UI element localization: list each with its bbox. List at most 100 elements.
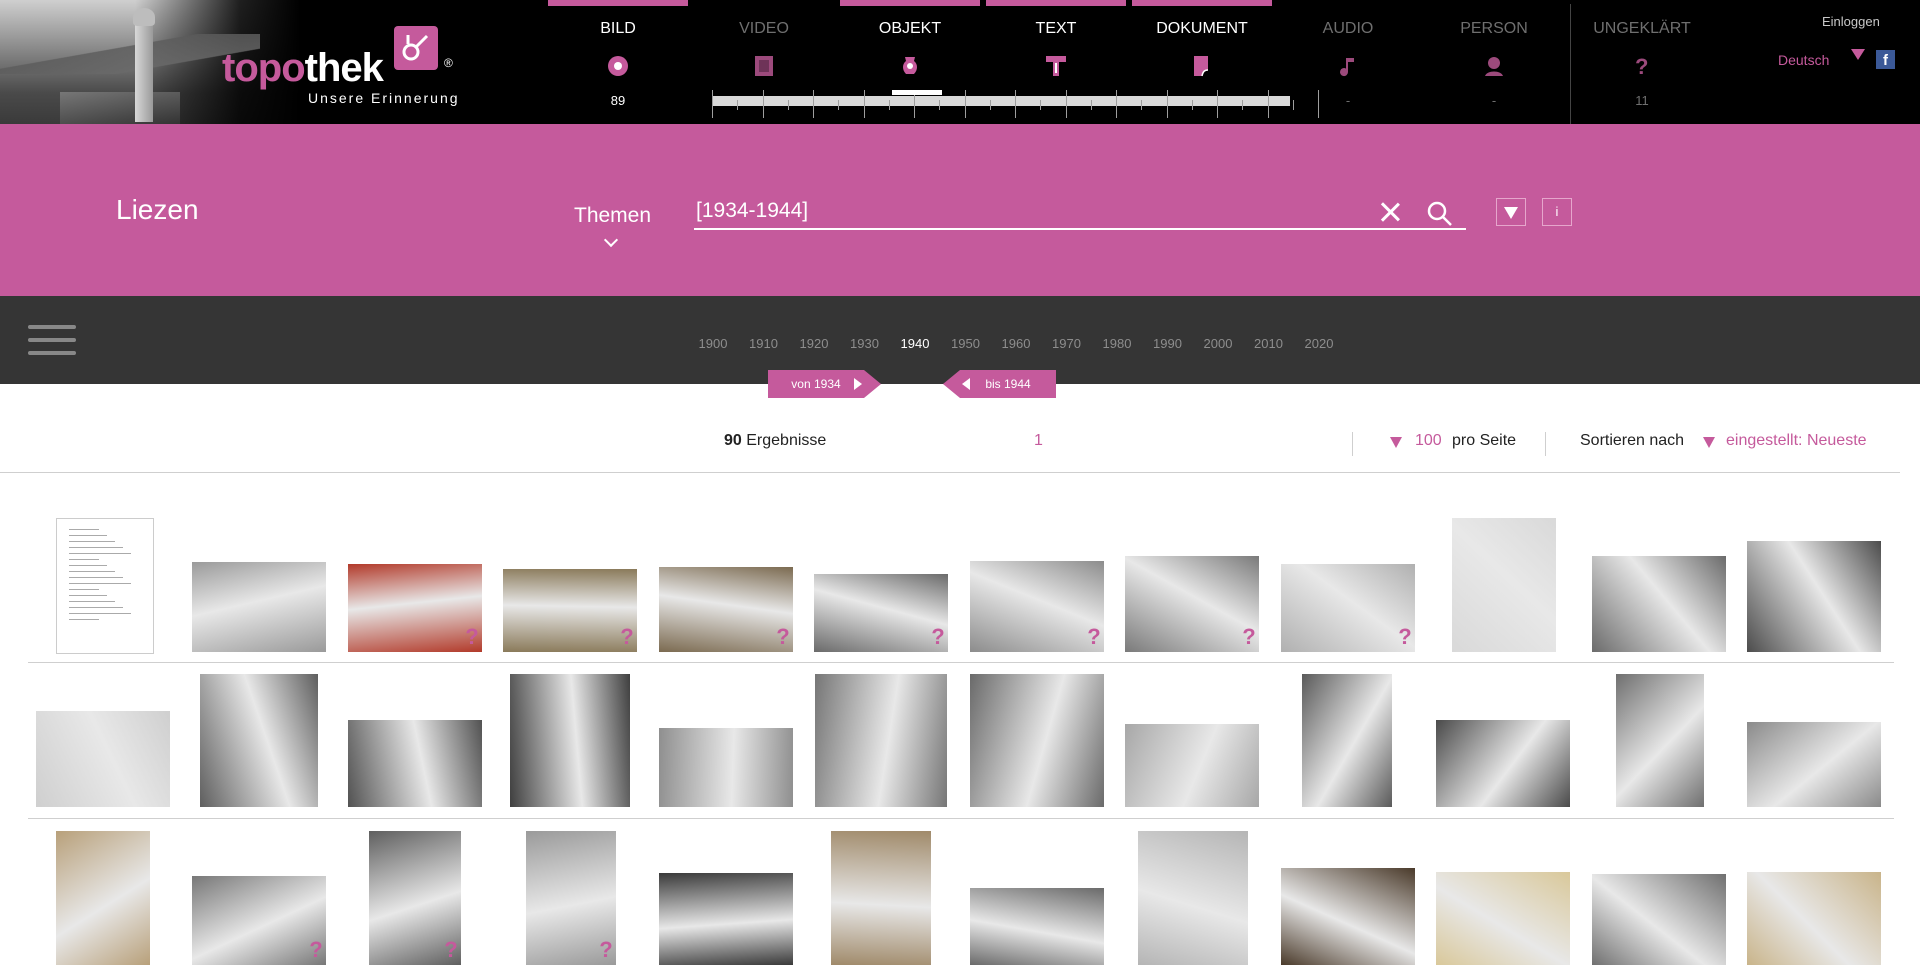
thumb-workshop[interactable] <box>659 873 793 965</box>
registered-mark: ® <box>444 56 453 70</box>
timeline-year-label[interactable]: 1990 <box>1148 336 1188 351</box>
menu-hamburger-icon[interactable] <box>28 325 76 355</box>
timeline-year-label[interactable]: 1970 <box>1047 336 1087 351</box>
category-label: DOKUMENT <box>1156 20 1248 37</box>
clear-search-icon[interactable] <box>1378 200 1402 224</box>
doc-line <box>69 535 107 536</box>
timeline-from-handle[interactable]: von 1934 <box>768 370 881 398</box>
thumb-group-photo[interactable] <box>1281 868 1415 965</box>
info-button[interactable]: i <box>1542 198 1572 226</box>
thumb-village-winter[interactable] <box>1125 724 1259 807</box>
timeline-year-label[interactable]: 2020 <box>1299 336 1339 351</box>
church-tower-shape <box>133 8 155 122</box>
timeline-minor-tick <box>1090 100 1092 110</box>
timeline-minor-tick <box>1141 100 1142 110</box>
thumb-sketch-house[interactable] <box>1747 872 1881 965</box>
search-icon[interactable] <box>1426 200 1454 228</box>
doc-line <box>69 553 131 554</box>
person-icon <box>1482 54 1506 78</box>
category-count: - <box>1491 93 1497 108</box>
timeline-to-handle[interactable]: bis 1944 <box>943 370 1056 398</box>
thumb-farm-house[interactable] <box>970 888 1104 965</box>
timeline-axis[interactable] <box>712 90 1319 118</box>
category-tab-ungeklärt[interactable]: UNGEKLÄRT? 11 <box>1572 0 1712 124</box>
thumb-snowy-lane[interactable] <box>200 674 318 807</box>
thumb-mountain-meadow[interactable] <box>815 674 947 807</box>
thumb-marching-column[interactable] <box>970 561 1104 652</box>
logo-wordmark-part1: topo <box>222 46 306 90</box>
category-label: OBJEKT <box>878 20 942 37</box>
thumb-church-sketch[interactable] <box>1138 831 1248 965</box>
login-link[interactable]: Einloggen <box>1822 14 1880 29</box>
thumb-aerial-valley[interactable] <box>1592 556 1726 652</box>
sort-caret-icon[interactable] <box>1703 437 1715 448</box>
thumb-sepia-parade[interactable] <box>503 569 637 652</box>
filter-toggle-button[interactable] <box>1496 198 1526 226</box>
chevron-down-icon[interactable] <box>603 232 619 248</box>
thumb-marching-group[interactable] <box>1281 564 1415 652</box>
category-tab-audio[interactable]: AUDIO - <box>1278 0 1418 124</box>
doc-line <box>69 607 123 608</box>
logo-wordmark-part2: thek <box>304 46 384 90</box>
thumb-valley-camp[interactable] <box>192 876 326 965</box>
thumb-woman-pigs[interactable] <box>970 674 1104 807</box>
category-label: AUDIO <box>1322 20 1374 37</box>
language-select[interactable]: Deutsch <box>1778 52 1829 68</box>
thumb-street-crowd[interactable] <box>1125 556 1259 652</box>
per-page-select[interactable]: 100 <box>1415 432 1442 450</box>
timeline-year-label[interactable]: 1960 <box>996 336 1036 351</box>
facebook-icon[interactable]: f <box>1876 50 1895 69</box>
thumb-sketch-cottage[interactable] <box>1436 872 1570 965</box>
timeline-year-label[interactable]: 1950 <box>946 336 986 351</box>
language-caret-icon[interactable] <box>1851 49 1865 60</box>
timeline-year-label[interactable]: 1980 <box>1097 336 1137 351</box>
doc-line <box>69 613 131 614</box>
unclear-question-icon: ? <box>465 624 479 649</box>
thumb-altar-group[interactable] <box>510 674 630 807</box>
text-t-icon <box>1044 54 1068 78</box>
thumb-soldiers-street[interactable] <box>659 567 793 652</box>
timeline-year-label[interactable]: 1940 <box>895 336 935 351</box>
category-divider <box>1570 4 1571 124</box>
thumb-wooden-house[interactable] <box>1747 541 1881 652</box>
thumb-group-snow[interactable] <box>814 574 948 652</box>
thumb-courtyard[interactable] <box>1592 874 1726 965</box>
thumb-snowy-lane-sketch[interactable] <box>1452 518 1556 652</box>
thumb-painted-street[interactable] <box>831 831 931 965</box>
timeline-year-label[interactable]: 2010 <box>1249 336 1289 351</box>
timeline-year-label[interactable]: 2000 <box>1198 336 1238 351</box>
mountain-shape <box>0 34 260 74</box>
thumb-farmhouse-sketch[interactable] <box>36 711 170 807</box>
timeline-year-label[interactable]: 1910 <box>744 336 784 351</box>
thumb-lane-sketch[interactable] <box>56 831 150 965</box>
sort-select[interactable]: eingestellt: Neueste <box>1726 432 1867 450</box>
logo-tagline: Unsere Erinnerung <box>308 90 460 106</box>
unclear-question-icon: ? <box>1398 624 1412 649</box>
thumb-barn[interactable] <box>348 720 482 807</box>
thumb-stream-street[interactable] <box>1436 720 1570 807</box>
thumb-crowd-snow[interactable] <box>659 728 793 807</box>
thumb-skiers-snow[interactable] <box>192 562 326 652</box>
timeline-year-label[interactable]: 1900 <box>693 336 733 351</box>
themes-dropdown[interactable]: Themen <box>574 204 651 228</box>
topothek-logo[interactable]: topothek ® Unsere Erinnerung <box>222 26 472 112</box>
thumb-document-list[interactable] <box>56 518 154 654</box>
per-page-caret-icon[interactable] <box>1390 437 1402 448</box>
thumb-village-houses[interactable] <box>1747 722 1881 807</box>
doc-line <box>69 559 99 560</box>
timeline-tick <box>813 90 814 118</box>
timeline-year-label[interactable]: 1920 <box>794 336 834 351</box>
pagination-page[interactable]: 1 <box>1034 432 1043 450</box>
thumb-creek-path[interactable] <box>1616 674 1704 807</box>
timeline-minor-tick <box>939 100 940 110</box>
unclear-question-icon: ? <box>599 937 613 962</box>
timeline-year-label[interactable]: 1930 <box>845 336 885 351</box>
category-tab-person[interactable]: PERSON - <box>1424 0 1564 124</box>
active-indicator <box>1132 0 1272 6</box>
category-tab-bild[interactable]: BILD 89 <box>548 0 688 124</box>
timeline-tick <box>1015 90 1016 118</box>
search-input[interactable] <box>694 194 1466 230</box>
timeline-track[interactable] <box>712 96 1290 106</box>
thumb-horse-shed[interactable] <box>1302 674 1392 807</box>
thumb-red-fire-trucks[interactable] <box>348 564 482 652</box>
